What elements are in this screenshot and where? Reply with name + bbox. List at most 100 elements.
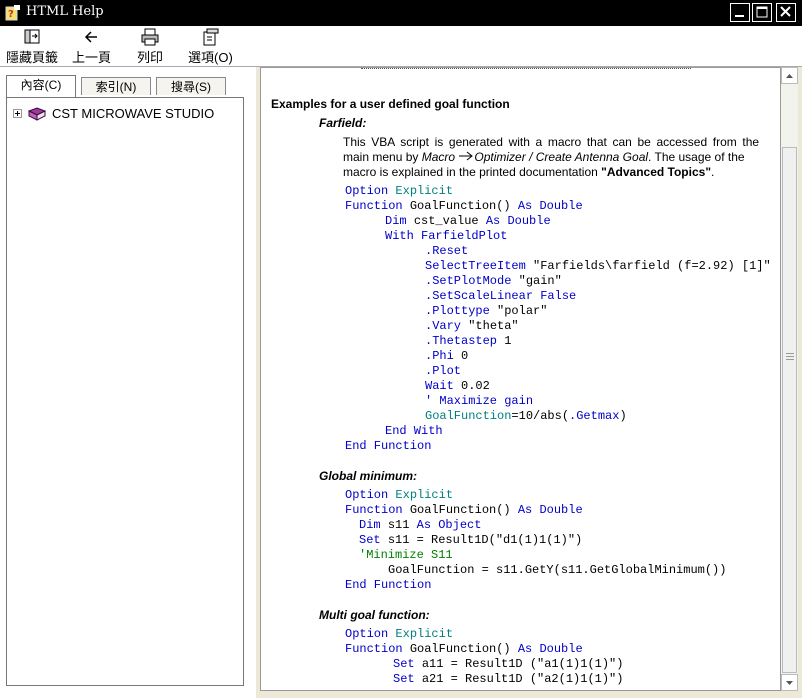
code-line: Wait 0.02 bbox=[425, 379, 490, 394]
minimize-button[interactable] bbox=[730, 3, 750, 22]
back-button[interactable]: 上一頁 bbox=[72, 28, 111, 66]
scroll-up-button[interactable] bbox=[781, 67, 798, 84]
code-line: ' Maximize gain bbox=[425, 394, 533, 409]
code-keyword: Option bbox=[345, 488, 389, 502]
tab-contents-label: 內容(C) bbox=[20, 78, 62, 92]
code-text: 1 bbox=[504, 334, 512, 348]
tab-contents[interactable]: 內容(C) bbox=[6, 75, 76, 97]
clipped-previous-line bbox=[361, 68, 691, 72]
para-text: main menu by bbox=[343, 150, 422, 164]
code-keyword: .Getmax bbox=[569, 409, 620, 423]
code-line: .Reset bbox=[425, 244, 468, 259]
options-label: 選項(O) bbox=[188, 50, 233, 65]
vertical-scrollbar[interactable] bbox=[781, 67, 798, 691]
tree-item-cst-microwave-studio[interactable]: CST MICROWAVE STUDIO bbox=[13, 106, 216, 121]
code-text: s11 bbox=[387, 518, 410, 532]
code-keyword: End Function bbox=[345, 578, 432, 592]
print-label: 列印 bbox=[137, 50, 164, 65]
maximize-button[interactable] bbox=[752, 3, 772, 22]
code-line: .SetPlotMode "gain" bbox=[425, 274, 562, 289]
code-line: End With bbox=[385, 424, 443, 439]
window-title: HTML Help bbox=[26, 4, 104, 19]
svg-text:?: ? bbox=[8, 9, 14, 20]
code-line: .Phi 0 bbox=[425, 349, 468, 364]
hide-tabs-label: 隱藏頁籤 bbox=[6, 50, 59, 65]
code-keyword: .Thetastep bbox=[425, 334, 498, 348]
farfield-title: Farfield: bbox=[319, 116, 367, 130]
help-window: ? HTML Help 隱藏頁籤 上一頁 列印 選項(O) 內容(C) 索引(N… bbox=[0, 0, 802, 698]
options-button[interactable]: 選項(O) bbox=[188, 28, 233, 66]
code-keyword: Function bbox=[345, 503, 403, 517]
code-line: Function GoalFunction() As Double bbox=[345, 199, 583, 214]
code-text: s11 = Result1D("d1(1)1(1)") bbox=[387, 533, 583, 547]
code-keyword: Double bbox=[539, 503, 583, 517]
para-text: . The usage of the bbox=[648, 150, 745, 164]
scroll-down-button[interactable] bbox=[781, 674, 798, 691]
tab-search-label: 搜尋(S) bbox=[171, 80, 211, 94]
code-keyword: .SetPlotMode bbox=[425, 274, 512, 288]
code-keyword: Double bbox=[539, 199, 583, 213]
code-keyword: As bbox=[517, 503, 533, 517]
code-line: .Plot bbox=[425, 364, 461, 379]
contents-tree[interactable]: CST MICROWAVE STUDIO bbox=[6, 97, 244, 686]
tree-item-label: CST MICROWAVE STUDIO bbox=[52, 106, 215, 121]
code-keyword: Set bbox=[393, 672, 415, 686]
arrow-right-icon bbox=[459, 151, 474, 161]
code-keyword: Double bbox=[539, 642, 583, 656]
navigation-pane: 內容(C) 索引(N) 搜尋(S) CST MICROWAVE STUDIO bbox=[0, 67, 256, 698]
help-content-pane: Examples for a user defined goal functio… bbox=[260, 67, 781, 691]
code-keyword: False bbox=[540, 289, 577, 303]
print-button[interactable]: 列印 bbox=[137, 28, 163, 66]
hide-tabs-button[interactable]: 隱藏頁籤 bbox=[6, 28, 58, 66]
window-bottom-edge bbox=[256, 691, 802, 698]
code-line: Dim cst_value As Double bbox=[385, 214, 551, 229]
menu-path: Optimizer / Create Antenna Goal bbox=[474, 150, 649, 164]
code-keyword: FarfieldPlot bbox=[421, 229, 508, 243]
title-bar[interactable]: ? HTML Help bbox=[0, 0, 802, 26]
code-keyword: .Vary bbox=[425, 319, 462, 333]
section-heading: Examples for a user defined goal functio… bbox=[271, 97, 510, 111]
tab-search[interactable]: 搜尋(S) bbox=[156, 77, 226, 95]
expand-plus-icon[interactable] bbox=[13, 109, 22, 118]
tab-index[interactable]: 索引(N) bbox=[81, 77, 151, 95]
code-line: Set a11 = Result1D ("a1(1)1(1)") bbox=[393, 657, 623, 672]
code-line: Dim s11 As Object bbox=[359, 518, 481, 533]
code-keyword: Option bbox=[345, 184, 389, 198]
thumb-grip bbox=[786, 359, 794, 360]
farfield-para-line1: This VBA script is generated with a macr… bbox=[343, 135, 760, 149]
code-line: GoalFunction=10/abs(.Getmax) bbox=[425, 409, 627, 424]
code-line: Option Explicit bbox=[345, 627, 453, 642]
code-line: .Vary "theta" bbox=[425, 319, 519, 334]
para-text: . bbox=[711, 165, 715, 179]
code-keyword: Wait bbox=[425, 379, 454, 393]
code-line: .Plottype "polar" bbox=[425, 304, 547, 319]
code-text: GoalFunction() bbox=[409, 642, 511, 656]
code-line: .SetScaleLinear False bbox=[425, 289, 576, 304]
code-line: Option Explicit bbox=[345, 488, 453, 503]
code-keyword: .Phi bbox=[425, 349, 454, 363]
code-line: End Function bbox=[345, 578, 431, 593]
para-text: macro is explained in the printed docume… bbox=[343, 165, 602, 179]
code-keyword: As bbox=[517, 199, 533, 213]
code-text: 0.02 bbox=[461, 379, 490, 393]
code-keyword: Dim bbox=[385, 214, 407, 228]
multi-goal-title: Multi goal function: bbox=[319, 608, 430, 622]
hide-tabs-icon bbox=[24, 29, 40, 44]
code-keyword: As bbox=[517, 642, 533, 656]
options-icon bbox=[203, 28, 219, 46]
code-keyword: .Reset bbox=[425, 244, 469, 258]
code-keyword: End Function bbox=[345, 439, 432, 453]
code-keyword: Explicit bbox=[395, 627, 454, 641]
code-text: GoalFunction() bbox=[409, 503, 511, 517]
code-keyword: End With bbox=[385, 424, 443, 438]
code-keyword: Option bbox=[345, 627, 389, 641]
code-line: End Function bbox=[345, 439, 431, 454]
minimize-icon bbox=[735, 15, 744, 17]
farfield-para-line2: main menu by Macro Optimizer / Create An… bbox=[343, 150, 745, 165]
global-minimum-title: Global minimum: bbox=[319, 469, 418, 483]
code-keyword: With bbox=[385, 229, 414, 243]
tab-index-label: 索引(N) bbox=[95, 80, 137, 94]
scroll-thumb[interactable] bbox=[782, 147, 797, 673]
close-button[interactable] bbox=[776, 3, 796, 22]
code-text: ) bbox=[619, 409, 627, 423]
